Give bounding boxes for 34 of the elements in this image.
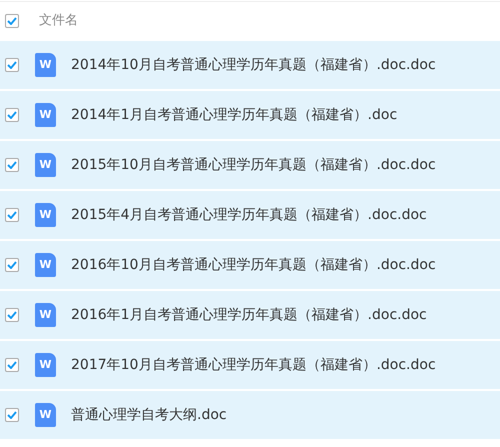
file-name[interactable]: 2015年4月自考普通心理学历年真题（福建省）.doc.doc (71, 204, 427, 226)
column-header[interactable]: 文件名 (39, 10, 78, 30)
file-row[interactable]: W 普通心理学自考大纲.doc (0, 391, 500, 439)
file-name[interactable]: 2016年1月自考普通心理学历年真题（福建省）.doc.doc (71, 304, 427, 326)
file-name[interactable]: 2017年10月自考普通心理学历年真题（福建省）.doc.doc (71, 354, 436, 376)
document-icon: W (35, 303, 56, 327)
file-row[interactable]: W 2017年10月自考普通心理学历年真题（福建省）.doc.doc (0, 341, 500, 389)
checkbox[interactable] (5, 258, 19, 272)
document-icon: W (35, 103, 56, 127)
document-icon: W (35, 53, 56, 77)
checkbox[interactable] (5, 358, 19, 372)
checkbox[interactable] (5, 408, 19, 422)
file-name[interactable]: 普通心理学自考大纲.doc (71, 404, 227, 426)
document-icon: W (35, 153, 56, 177)
checkbox[interactable] (5, 108, 19, 122)
file-row[interactable]: W 2016年1月自考普通心理学历年真题（福建省）.doc.doc (0, 291, 500, 339)
file-row[interactable]: W 2014年10月自考普通心理学历年真题（福建省）.doc.doc (0, 41, 500, 89)
checkbox[interactable] (5, 58, 19, 72)
file-name[interactable]: 2015年10月自考普通心理学历年真题（福建省）.doc.doc (71, 154, 436, 176)
checkbox[interactable] (5, 208, 19, 222)
file-name[interactable]: 2014年1月自考普通心理学历年真题（福建省）.doc (71, 104, 398, 126)
file-name[interactable]: 2016年10月自考普通心理学历年真题（福建省）.doc.doc (71, 254, 436, 276)
file-name[interactable]: 2014年10月自考普通心理学历年真题（福建省）.doc.doc (71, 54, 436, 76)
document-icon: W (35, 353, 56, 377)
select-all-checkbox[interactable] (5, 14, 19, 28)
document-icon: W (35, 403, 56, 427)
document-icon: W (35, 253, 56, 277)
file-row[interactable]: W 2015年4月自考普通心理学历年真题（福建省）.doc.doc (0, 191, 500, 239)
file-row[interactable]: W 2015年10月自考普通心理学历年真题（福建省）.doc.doc (0, 141, 500, 189)
document-icon: W (35, 203, 56, 227)
checkbox[interactable] (5, 158, 19, 172)
checkbox[interactable] (5, 308, 19, 322)
file-row[interactable]: W 2016年10月自考普通心理学历年真题（福建省）.doc.doc (0, 241, 500, 289)
file-row[interactable]: W 2014年1月自考普通心理学历年真题（福建省）.doc (0, 91, 500, 139)
